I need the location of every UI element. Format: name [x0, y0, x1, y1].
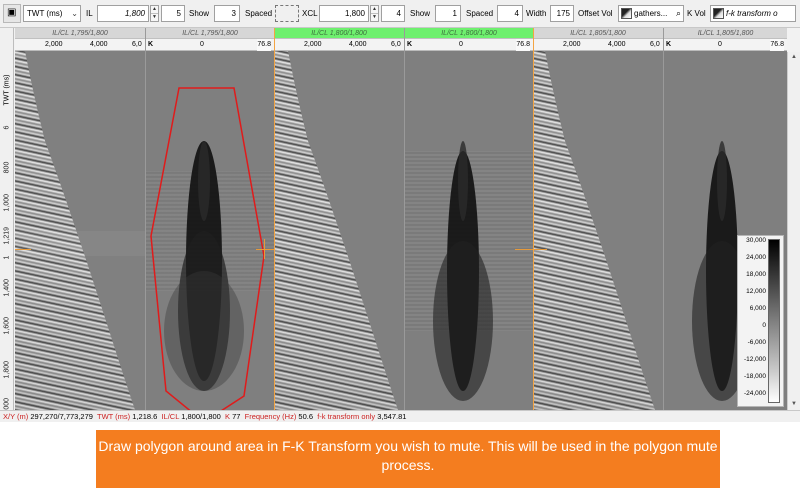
width-input[interactable]: 175	[550, 5, 574, 22]
panel-offset-axis: 2,000 4,000 6,0	[533, 39, 663, 51]
domain-select[interactable]: TWT (ms) ⌄	[23, 5, 81, 22]
spaced2-label: Spaced	[466, 9, 494, 18]
gather-image[interactable]	[274, 51, 404, 410]
k-vol-picker[interactable]: f-k transform o	[710, 5, 796, 22]
panel-offset-axis: 2,000 4,000 6,0	[15, 39, 145, 51]
spaced-input[interactable]	[275, 5, 299, 22]
scroll-down-icon[interactable]: ▼	[788, 399, 800, 410]
volume-icon	[621, 8, 632, 19]
chevron-down-icon: ⌄	[71, 9, 78, 18]
panel-separator	[274, 28, 275, 410]
cursor-crosshair	[533, 249, 547, 250]
panel-header: IL/CL 1,805/1,800	[533, 28, 663, 39]
cursor-crosshair	[15, 249, 31, 250]
scroll-up-icon[interactable]: ▲	[788, 52, 800, 63]
panel-offset-axis: 2,000 4,000 6,0	[274, 39, 404, 51]
gather-image[interactable]	[533, 51, 663, 410]
y-tick: 1,400	[3, 278, 11, 297]
cursor-crosshair	[256, 249, 274, 250]
mute-polygon[interactable]	[146, 51, 274, 410]
colorbar-label: -6,000	[747, 339, 766, 346]
panel-k-axis: K 0 76.8	[146, 39, 274, 51]
width-label: Width	[526, 9, 547, 18]
show2-input[interactable]: 1	[435, 5, 461, 22]
y-tick: 1,000	[3, 193, 11, 212]
search-icon: ⌕	[675, 8, 681, 18]
spaced2-input[interactable]: 4	[497, 5, 523, 22]
fk-energy	[433, 141, 493, 401]
gather-image[interactable]	[15, 51, 145, 410]
offset-vol-label: Offset Vol	[578, 9, 613, 18]
toolbar: ▣ TWT (ms) ⌄ IL 1,800 ▲ ▼ 5 Show 3 Spaced…	[0, 0, 800, 28]
fk-image[interactable]	[405, 51, 533, 410]
colorbar: 30,000 24,000 18,000 12,000 6,000 0 -6,0…	[737, 235, 784, 407]
k-vol-label: K Vol	[687, 9, 706, 18]
settings-icon: ▣	[7, 7, 17, 18]
colorbar-label: 12,000	[746, 288, 766, 295]
fk-panel[interactable]: IL/CL 1,795/1,800 K 0 76.8	[145, 28, 274, 410]
colorbar-scale	[768, 239, 780, 403]
il-input[interactable]: 1,800	[97, 5, 149, 22]
show-input[interactable]: 3	[214, 5, 240, 22]
il-step-input[interactable]: 5	[161, 5, 185, 22]
vertical-scrollbar[interactable]: ▲ ▼	[787, 52, 800, 410]
time-axis: TWT (ms) 6 800 1,000 1,219 1 1,400 1,600…	[0, 28, 14, 416]
gather-panel[interactable]: IL/CL 1,795/1,800 2,000 4,000 6,0	[15, 28, 145, 410]
panel-k-axis: K 0 76.8	[405, 39, 533, 51]
panel-header: IL/CL 1,800/1,800	[274, 28, 404, 39]
colorbar-label: 18,000	[746, 271, 766, 278]
gather-mask	[288, 51, 404, 410]
axis-title: TWT (ms)	[3, 74, 11, 106]
y-tick: 1,800	[3, 360, 11, 379]
cursor-crosshair	[264, 239, 265, 259]
colorbar-label: -12,000	[743, 356, 766, 363]
xcl-step-input[interactable]: 4	[381, 5, 405, 22]
seismic-display[interactable]: TWT (ms) 6 800 1,000 1,219 1 1,400 1,600…	[0, 28, 800, 416]
y-tick: 1,600	[3, 316, 11, 335]
panel-header: IL/CL 1,795/1,800	[15, 28, 145, 39]
panel-header: IL/CL 1,805/1,800	[664, 28, 787, 39]
gather-panel[interactable]: IL/CL 1,805/1,800 2,000 4,000 6,0	[533, 28, 663, 410]
gather-panel[interactable]: IL/CL 1,800/1,800 2,000 4,000 6,0	[274, 28, 404, 410]
volume-icon	[713, 8, 724, 19]
il-label: IL	[86, 9, 93, 18]
gather-mask	[15, 51, 145, 410]
gather-mask	[545, 51, 663, 410]
y-tick: 1,219	[3, 226, 11, 245]
panel-k-axis: K 0 76.8	[664, 39, 787, 51]
colorbar-label: 6,000	[749, 305, 766, 312]
xcl-spinner[interactable]: ▲ ▼	[370, 5, 379, 22]
offset-vol-picker[interactable]: gathers... ⌕	[618, 5, 684, 22]
colorbar-label: -24,000	[743, 390, 766, 397]
show2-label: Show	[410, 9, 431, 18]
colorbar-label: 30,000	[746, 237, 766, 244]
xcl-input[interactable]: 1,800	[319, 5, 369, 22]
xcl-label: XCL	[302, 9, 318, 18]
fk-panel[interactable]: IL/CL 1,800/1,800 K 0 76.8	[404, 28, 533, 410]
panel-separator	[533, 28, 534, 410]
panel-header: IL/CL 1,800/1,800	[405, 28, 533, 39]
app-menu-button[interactable]: ▣	[3, 4, 21, 23]
il-spinner[interactable]: ▲ ▼	[150, 5, 159, 22]
show-label: Show	[189, 9, 210, 18]
instruction-callout: Draw polygon around area in F-K Transfor…	[96, 430, 720, 488]
y-tick: 1	[3, 255, 11, 260]
status-bar: X/Y (m) 297,270/7,773,279 TWT (ms) 1,218…	[0, 410, 800, 422]
cursor-crosshair	[515, 249, 533, 250]
panel-header: IL/CL 1,795/1,800	[146, 28, 274, 39]
spaced-label: Spaced	[245, 9, 273, 18]
colorbar-label: 24,000	[746, 254, 766, 261]
y-tick: 800	[3, 161, 11, 174]
y-tick: 6	[3, 125, 11, 130]
colorbar-label: 0	[762, 322, 766, 329]
colorbar-label: -18,000	[743, 373, 766, 380]
fk-image[interactable]	[146, 51, 274, 410]
